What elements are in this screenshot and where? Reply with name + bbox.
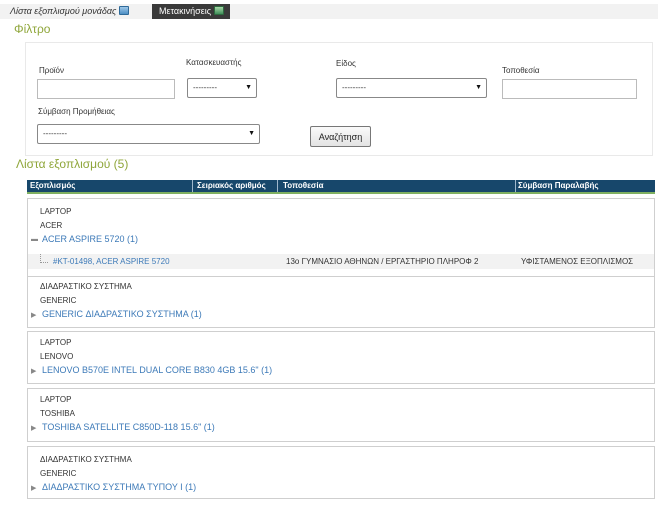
- column-divider: [192, 180, 193, 192]
- chevron-down-icon: ▼: [475, 84, 482, 91]
- search-button[interactable]: Αναζήτηση: [310, 126, 371, 147]
- group-manufacturer: GENERIC: [40, 469, 77, 478]
- group-type: LAPTOP: [40, 338, 72, 347]
- equipment-group: LAPTOP LENOVO ▶ LENOVO B570E INTEL DUAL …: [27, 331, 655, 384]
- grid-header: Εξοπλισμός Σειριακός αριθμός Τοποθεσία Σ…: [27, 180, 655, 194]
- group-product-link[interactable]: ΔΙΑΔΡΑΣΤΙΚΟ ΣΥΣΤΗΜΑ ΤΥΠΟΥ Ι (1): [42, 482, 196, 492]
- group-product-link[interactable]: LENOVO B570E INTEL DUAL CORE B830 4GB 15…: [42, 365, 272, 375]
- expand-icon[interactable]: ▶: [31, 367, 36, 375]
- type-select[interactable]: --------- ▼: [336, 78, 487, 98]
- column-header-equipment[interactable]: Εξοπλισμός: [30, 180, 75, 192]
- column-header-serial[interactable]: Σειριακός αριθμός: [197, 180, 266, 192]
- tab-transfers-label: Μετακινήσεις: [159, 6, 212, 16]
- group-manufacturer: ACER: [40, 221, 63, 230]
- table-row[interactable]: #KT-01498, ACER ASPIRE 5720 13ο ΓΥΜΝΑΣΙΟ…: [28, 254, 654, 269]
- product-input[interactable]: [37, 79, 175, 99]
- chevron-down-icon: ▼: [248, 130, 255, 137]
- tab-equipment-list[interactable]: Λίστα εξοπλισμού μονάδας: [4, 4, 135, 19]
- type-select-value: ---------: [342, 83, 366, 92]
- equipment-group: LAPTOP TOSHIBA ▶ TOSHIBA SATELLITE C850D…: [27, 388, 655, 442]
- group-product-link[interactable]: ACER ASPIRE 5720 (1): [42, 234, 138, 244]
- type-label: Είδος: [336, 59, 356, 68]
- group-type: ΔΙΑΔΡΑΣΤΙΚΟ ΣΥΣΤΗΜΑ: [40, 282, 132, 291]
- tab-transfers[interactable]: Μετακινήσεις: [152, 4, 231, 19]
- group-manufacturer: GENERIC: [40, 296, 77, 305]
- manufacturer-select[interactable]: --------- ▼: [187, 78, 257, 98]
- chevron-down-icon: ▼: [245, 84, 252, 91]
- contract-select-value: ---------: [43, 129, 67, 138]
- group-manufacturer: LENOVO: [40, 352, 74, 361]
- location-label: Τοποθεσία: [502, 66, 540, 75]
- expand-icon[interactable]: ▶: [31, 424, 36, 432]
- group-type: ΔΙΑΔΡΑΣΤΙΚΟ ΣΥΣΤΗΜΑ: [40, 455, 132, 464]
- equipment-group: ΔΙΑΔΡΑΣΤΙΚΟ ΣΥΣΤΗΜΑ GENERIC ▶ ΔΙΑΔΡΑΣΤΙΚ…: [27, 446, 655, 499]
- column-divider: [515, 180, 516, 192]
- filter-panel: Προϊόν Κατασκευαστής --------- ▼ Είδος -…: [25, 42, 653, 156]
- transfer-icon: [214, 6, 225, 15]
- tab-equipment-list-label: Λίστα εξοπλισμού μονάδας: [10, 6, 117, 16]
- equipment-location: 13ο ΓΥΜΝΑΣΙΟ ΑΘΗΝΩΝ / ΕΡΓΑΣΤΗΡΙΟ ΠΛΗΡΟΦ …: [286, 257, 479, 266]
- tab-bar: Λίστα εξοπλισμού μονάδας Μετακινήσεις: [0, 4, 658, 19]
- product-label: Προϊόν: [39, 66, 65, 75]
- group-type: LAPTOP: [40, 395, 72, 404]
- collapse-icon[interactable]: ▬: [31, 236, 38, 243]
- equipment-list-icon: [119, 6, 130, 15]
- equipment-item-link[interactable]: #KT-01498, ACER ASPIRE 5720: [53, 254, 170, 269]
- contract-select[interactable]: --------- ▼: [37, 124, 260, 144]
- group-manufacturer: TOSHIBA: [40, 409, 75, 418]
- manufacturer-select-value: ---------: [193, 83, 217, 92]
- equipment-grid: Εξοπλισμός Σειριακός αριθμός Τοποθεσία Σ…: [27, 180, 655, 499]
- column-divider: [277, 180, 278, 192]
- tree-connector: [40, 254, 48, 263]
- group-type: LAPTOP: [40, 207, 72, 216]
- equipment-group: LAPTOP ACER ▬ ACER ASPIRE 5720 (1) #KT-0…: [27, 198, 655, 277]
- list-title: Λίστα εξοπλισμού (5): [16, 157, 129, 171]
- manufacturer-label: Κατασκευαστής: [186, 58, 242, 67]
- column-header-location[interactable]: Τοποθεσία: [283, 180, 323, 192]
- equipment-contract: ΥΦΙΣΤΑΜΕΝΟΣ ΕΞΟΠΛΙΣΜΟΣ: [521, 257, 634, 266]
- contract-label: Σύμβαση Προμήθειας: [38, 107, 115, 116]
- group-product-link[interactable]: TOSHIBA SATELLITE C850D-118 15.6" (1): [42, 422, 215, 432]
- equipment-group: ΔΙΑΔΡΑΣΤΙΚΟ ΣΥΣΤΗΜΑ GENERIC ▶ GENERIC ΔΙ…: [27, 276, 655, 328]
- expand-icon[interactable]: ▶: [31, 484, 36, 492]
- filter-title: Φίλτρο: [14, 22, 51, 36]
- expand-icon[interactable]: ▶: [31, 311, 36, 319]
- group-product-link[interactable]: GENERIC ΔΙΑΔΡΑΣΤΙΚΟ ΣΥΣΤΗΜΑ (1): [42, 309, 202, 319]
- location-input[interactable]: [502, 79, 637, 99]
- column-header-contract[interactable]: Σύμβαση Παραλαβής: [518, 180, 599, 192]
